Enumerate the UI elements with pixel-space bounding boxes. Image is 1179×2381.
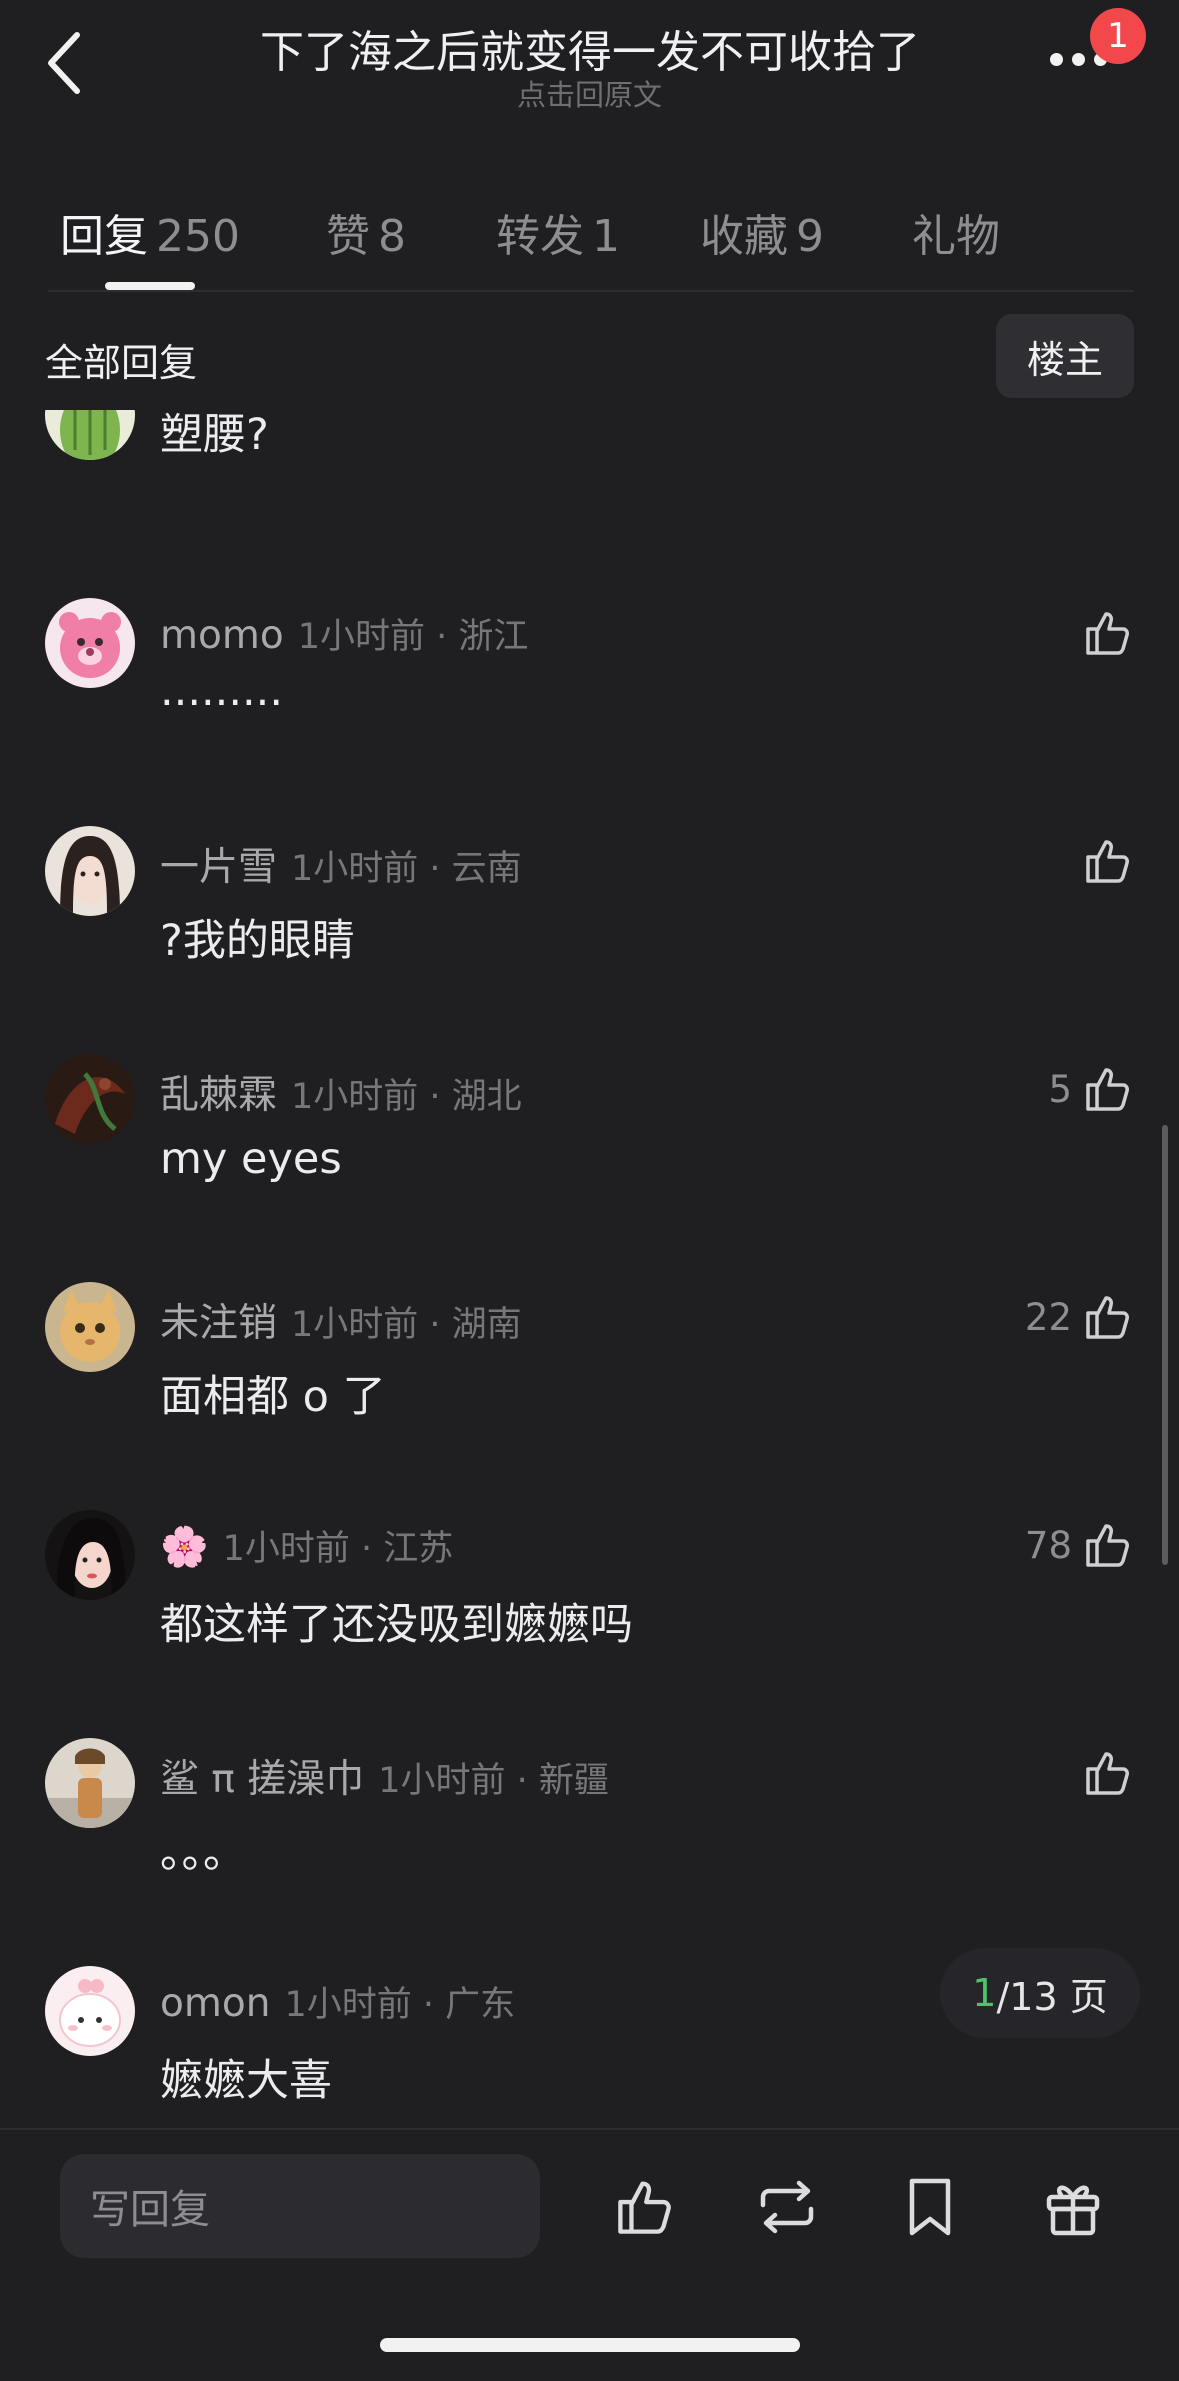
username[interactable]: 未注销 [160, 1301, 277, 1346]
comment-text: 都这样了还没吸到嬷嬷吗 [160, 1600, 633, 1650]
comment-text: 嬷嬷大喜 [160, 2056, 332, 2106]
timestamp-location: 1小时前 · 新疆 [378, 1761, 609, 1801]
divider [48, 290, 1134, 292]
list-item: 鲨 π 搓澡巾 1小时前 · 新疆 。。。 [0, 1738, 1179, 1966]
like-button[interactable] [1072, 598, 1134, 668]
like-button[interactable]: 5 [1048, 1054, 1134, 1124]
comment-meta: omon 1小时前 · 广东 [160, 1976, 515, 2027]
list-item: 乱棘霖 1小时前 · 湖北 my eyes 5 [0, 1054, 1179, 1282]
comment-meta: 一片雪 1小时前 · 云南 [160, 836, 522, 892]
username[interactable]: momo [160, 613, 284, 658]
comment-meta: 乱棘霖 1小时前 · 湖北 [160, 1064, 522, 1120]
thumbs-up-icon [1086, 1752, 1129, 1795]
like-post-button[interactable] [610, 2172, 680, 2242]
avatar[interactable] [45, 1510, 135, 1600]
timestamp-location: 1小时前 · 云南 [291, 849, 522, 889]
reply-input[interactable]: 写回复 [60, 2154, 540, 2258]
like-count: 5 [1048, 1067, 1072, 1111]
current-page: 1 [972, 1971, 997, 2015]
op-only-button[interactable]: 楼主 [996, 314, 1134, 398]
comment-list[interactable]: 塑腰? momo 1小时前 · 浙江 ········· 一片雪 1小时前 · 云南… [0, 410, 1179, 2110]
timestamp-location: 1小时前 · 浙江 [297, 617, 529, 657]
comment-text: ········· [160, 678, 284, 728]
username[interactable]: 鲨 π 搓澡巾 [160, 1757, 364, 1802]
avatar[interactable] [45, 826, 135, 916]
username[interactable]: 一片雪 [160, 845, 277, 890]
avatar[interactable] [45, 1282, 135, 1372]
comment-text: 面相都 o 了 [160, 1372, 386, 1422]
thumbs-up-icon [1086, 612, 1129, 655]
tab-gifts[interactable]: 礼物 [912, 200, 1000, 264]
timestamp-location: 1小时前 · 湖南 [291, 1305, 522, 1345]
avatar[interactable] [45, 1054, 135, 1144]
comment-text: my eyes [160, 1134, 342, 1184]
like-button[interactable]: 78 [1025, 1510, 1134, 1580]
comment-text: ?我的眼睛 [160, 916, 355, 966]
total-pages: /13 页 [996, 1974, 1108, 2019]
avatar[interactable] [45, 410, 135, 460]
tab-likes[interactable]: 赞8 [326, 200, 406, 264]
comment-meta: momo 1小时前 · 浙江 [160, 608, 528, 659]
like-button[interactable] [1072, 826, 1134, 896]
comment-meta: 🌸 1小时前 · 江苏 [160, 1520, 453, 1571]
notification-badge: 1 [1090, 8, 1146, 64]
thumbs-up-icon [1086, 1524, 1129, 1567]
tab-replies[interactable]: 回复 250 [60, 200, 240, 264]
tab-favorites[interactable]: 收藏 9 [700, 200, 824, 264]
list-item: 未注销 1小时前 · 湖南 面相都 o 了 22 [0, 1282, 1179, 1510]
avatar[interactable] [45, 1738, 135, 1828]
comment-meta: 未注销 1小时前 · 湖南 [160, 1292, 522, 1348]
username[interactable]: 🌸 [160, 1525, 209, 1570]
like-count: 78 [1024, 1523, 1072, 1567]
comment-meta: 鲨 π 搓澡巾 1小时前 · 新疆 [160, 1748, 609, 1804]
post-title[interactable]: 下了海之后就变得一发不可收拾了 [220, 16, 960, 80]
list-item: 一片雪 1小时前 · 云南 ?我的眼睛 [0, 826, 1179, 1054]
active-tab-indicator [105, 282, 195, 290]
top-bar: 下了海之后就变得一发不可收拾了 点击回原文 1 [0, 0, 1179, 130]
scrollbar[interactable] [1162, 1125, 1168, 1565]
list-item: momo 1小时前 · 浙江 ········· [0, 598, 1179, 826]
bookmark-button[interactable] [895, 2172, 965, 2242]
dot-icon [1050, 52, 1063, 66]
thumbs-up-icon [1086, 1296, 1129, 1339]
timestamp-location: 1小时前 · 湖北 [291, 1077, 522, 1117]
like-button[interactable] [1072, 1738, 1134, 1808]
timestamp-location: 1小时前 · 江苏 [222, 1529, 454, 1569]
home-indicator[interactable] [380, 2338, 800, 2352]
tab-reposts[interactable]: 转发 1 [496, 200, 620, 264]
list-item: 🌸 1小时前 · 江苏 都这样了还没吸到嬷嬷吗 78 [0, 1510, 1179, 1738]
dot-icon [1072, 52, 1085, 66]
repost-icon [760, 2180, 814, 2234]
bookmark-icon [909, 2178, 951, 2236]
comment-text: 。。。 [160, 1828, 246, 1878]
comment-text: 塑腰? [160, 410, 269, 460]
page-indicator[interactable]: 1/13 页 [940, 1948, 1140, 2038]
list-item: 塑腰? [0, 410, 1179, 598]
avatar[interactable] [45, 598, 135, 688]
thumbs-up-icon [1086, 840, 1129, 883]
avatar[interactable] [45, 1966, 135, 2056]
like-count: 22 [1024, 1295, 1072, 1339]
tab-bar: 回复 250 赞8 转发 1 收藏 9 礼物 [0, 190, 1179, 290]
username[interactable]: 乱棘霖 [160, 1073, 277, 1118]
all-replies-label: 全部回复 [45, 341, 198, 385]
gift-icon [1046, 2185, 1100, 2236]
gift-button[interactable] [1038, 2172, 1108, 2242]
thumbs-up-icon [1086, 1068, 1129, 1111]
repost-button[interactable] [752, 2172, 822, 2242]
timestamp-location: 1小时前 · 广东 [284, 1985, 516, 2025]
like-button[interactable]: 22 [1025, 1282, 1134, 1352]
back-to-original-link[interactable]: 点击回原文 [0, 72, 1179, 114]
thumbs-up-icon [618, 2181, 671, 2234]
username[interactable]: omon [160, 1981, 270, 2026]
